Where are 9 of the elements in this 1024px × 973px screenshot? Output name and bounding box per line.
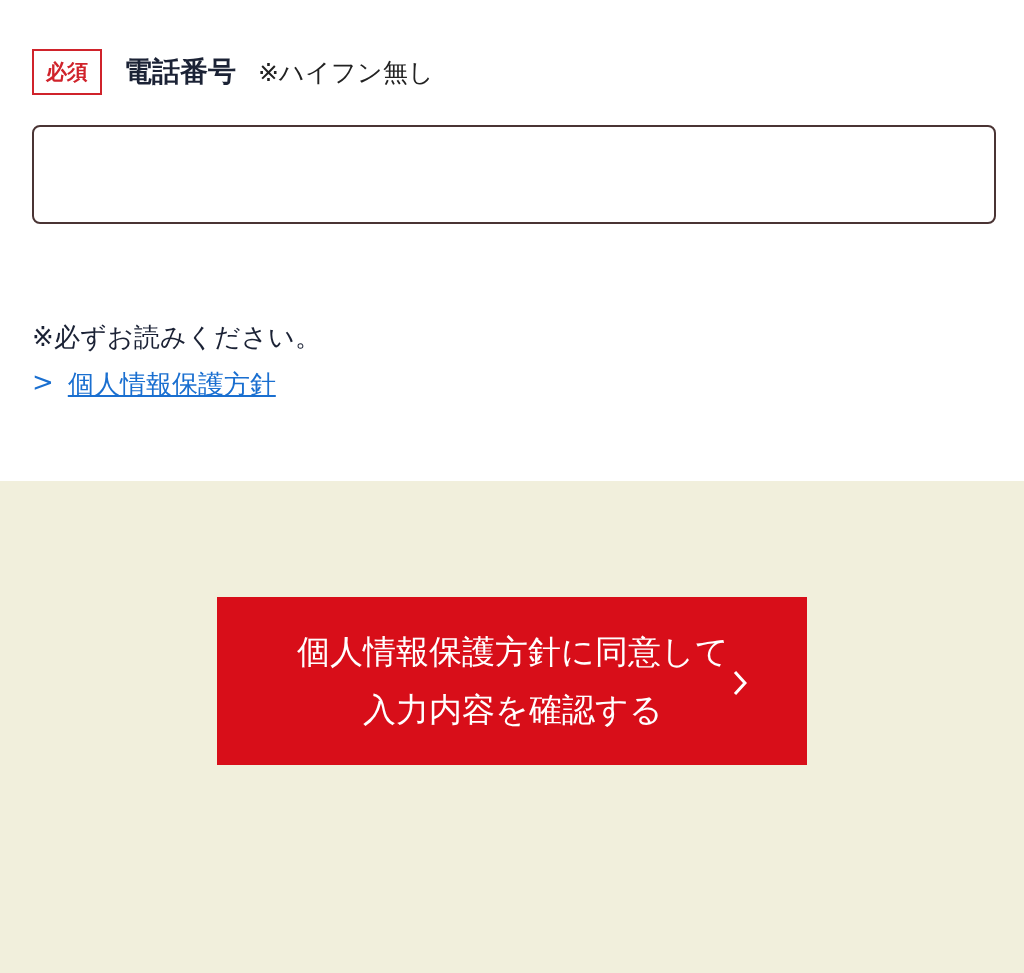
field-note: ※ハイフン無し xyxy=(258,56,434,89)
submit-button[interactable]: 個人情報保護方針に同意して 入力内容を確認する xyxy=(217,597,807,765)
privacy-policy-link[interactable]: 個人情報保護方針 xyxy=(67,367,276,402)
required-badge: 必須 xyxy=(32,49,102,95)
phone-input-field[interactable] xyxy=(32,125,996,224)
link-marker: > xyxy=(32,367,54,399)
chevron-right-icon xyxy=(733,670,747,696)
notice-text: ※必ずお読みください。 xyxy=(32,321,322,354)
field-label: 電話番号 xyxy=(124,54,236,90)
